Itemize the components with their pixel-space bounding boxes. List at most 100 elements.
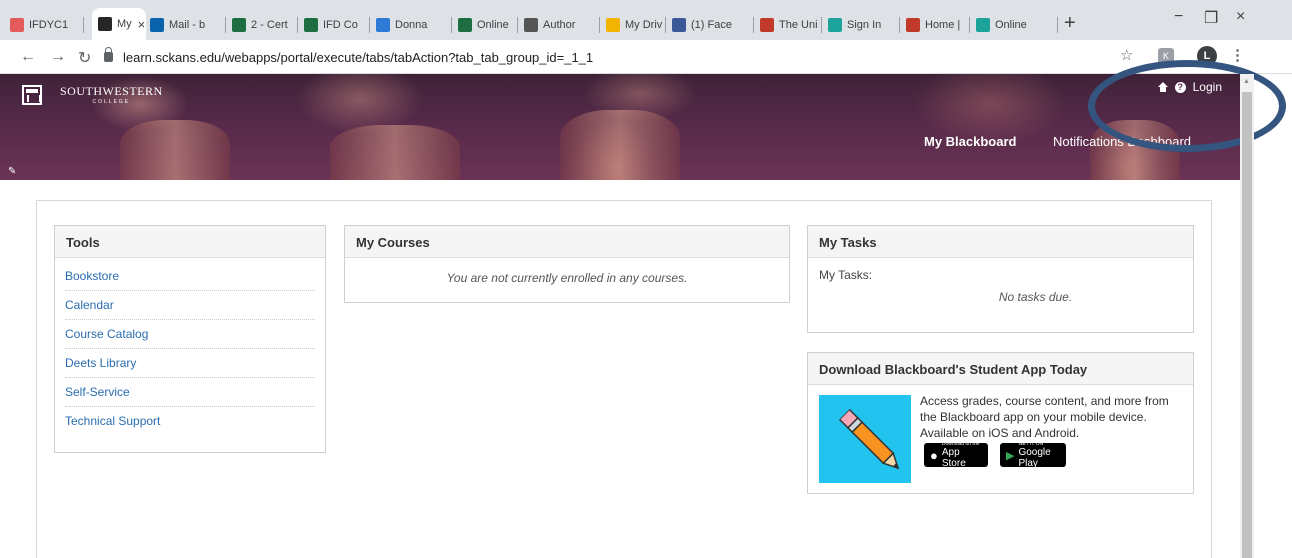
tools-title: Tools bbox=[55, 226, 325, 258]
tab-separator bbox=[517, 17, 518, 33]
browser-tab[interactable]: The Uni bbox=[760, 14, 822, 36]
browser-tab-label: Sign In bbox=[847, 19, 882, 31]
browser-tab[interactable]: (1) Face bbox=[672, 14, 754, 36]
scrollbar-thumb[interactable] bbox=[1242, 92, 1252, 558]
flag-icon bbox=[760, 18, 774, 32]
tab-my-blackboard[interactable]: My Blackboard bbox=[924, 134, 1016, 149]
browser-tab-label: (1) Face bbox=[691, 19, 732, 31]
play-icon: ▶ bbox=[1006, 449, 1015, 462]
browser-tab[interactable]: Online bbox=[976, 14, 1058, 36]
ifd-icon bbox=[10, 18, 24, 32]
tools-link[interactable]: Technical Support bbox=[65, 407, 315, 435]
tools-link[interactable]: Deets Library bbox=[65, 349, 315, 378]
tab-separator bbox=[451, 17, 452, 33]
courses-module: My Courses You are not currently enrolle… bbox=[344, 225, 790, 303]
teams-icon bbox=[976, 18, 990, 32]
college-logo[interactable]: SOUTHWESTERN COLLEGE bbox=[22, 84, 163, 105]
browser-toolbar: ← → ↻ learn.sckans.edu/webapps/portal/ex… bbox=[0, 40, 1292, 74]
browser-tab-label: IFD Co bbox=[323, 19, 358, 31]
drive-icon bbox=[606, 18, 620, 32]
app-promo-title: Download Blackboard's Student App Today bbox=[808, 353, 1193, 385]
facebook-icon bbox=[672, 18, 686, 32]
tab-separator bbox=[821, 17, 822, 33]
tab-separator bbox=[899, 17, 900, 33]
scroll-up-icon[interactable]: ▲ bbox=[1243, 78, 1250, 85]
new-tab-icon[interactable]: + bbox=[1064, 12, 1076, 35]
browser-tabstrip: IFDYC1 My × Mail - b 2 - Cert IFD Co Donna Onli… bbox=[0, 0, 1292, 40]
close-window-icon[interactable]: × bbox=[1236, 8, 1245, 26]
excel-icon bbox=[304, 18, 318, 32]
browser-tab-label: Mail - b bbox=[169, 19, 206, 31]
url-text: learn.sckans.edu/webapps/portal/execute/… bbox=[123, 49, 594, 65]
browser-tab[interactable]: My Driv bbox=[606, 14, 666, 36]
tab-separator bbox=[297, 17, 298, 33]
reload-icon[interactable]: ↻ bbox=[78, 48, 91, 68]
browser-tab[interactable]: IFDYC1 bbox=[10, 14, 84, 36]
back-arrow-icon[interactable]: ← bbox=[20, 48, 36, 66]
browser-tab[interactable]: Donna bbox=[376, 14, 452, 36]
browser-tab[interactable]: Home | bbox=[906, 14, 970, 36]
google-play-label: Google Play bbox=[1018, 447, 1051, 469]
tools-module: Tools Bookstore Calendar Course Catalog Dee… bbox=[54, 225, 326, 453]
google-play-badge[interactable]: ▶ GET IT ON Google Play bbox=[1000, 441, 1066, 469]
pin-icon[interactable]: ✎ bbox=[8, 166, 16, 177]
browser-tab[interactable]: Online bbox=[458, 14, 518, 36]
tools-link[interactable]: Course Catalog bbox=[65, 320, 315, 349]
browser-tab-label: Donna bbox=[395, 19, 428, 31]
tasks-label: My Tasks: bbox=[819, 268, 873, 282]
app-promo-text: Access grades, course content, and more … bbox=[920, 394, 1169, 440]
maximize-icon[interactable]: ❐ bbox=[1204, 8, 1218, 28]
browser-tab-label: My bbox=[117, 18, 132, 30]
pencil-app-icon bbox=[819, 395, 911, 483]
banner-column-decor bbox=[330, 125, 460, 180]
globe-icon bbox=[524, 18, 538, 32]
close-tab-icon[interactable]: × bbox=[138, 17, 146, 32]
portal-container: Tools Bookstore Calendar Course Catalog Dee… bbox=[36, 200, 1212, 558]
signin-icon bbox=[828, 18, 842, 32]
browser-tab-label: The Uni bbox=[779, 19, 818, 31]
banner-column-decor bbox=[560, 110, 680, 180]
outlook-icon bbox=[150, 18, 164, 32]
tools-link[interactable]: Self-Service bbox=[65, 378, 315, 407]
page-scrollbar[interactable]: ▲ bbox=[1240, 74, 1254, 558]
browser-tab-label: 2 - Cert bbox=[251, 19, 288, 31]
browser-tab-label: Home | bbox=[925, 19, 961, 31]
excel-icon bbox=[232, 18, 246, 32]
tab-separator bbox=[83, 17, 84, 33]
tasks-empty-message: No tasks due. bbox=[998, 290, 1073, 304]
browser-tab[interactable]: Mail - b bbox=[150, 14, 226, 36]
browser-tab[interactable]: Author bbox=[524, 14, 600, 36]
browser-tab[interactable]: Sign In bbox=[828, 14, 900, 36]
tools-link[interactable]: Calendar bbox=[65, 291, 315, 320]
tab-separator bbox=[1057, 17, 1058, 33]
tab-separator bbox=[665, 17, 666, 33]
browser-tab[interactable]: My × bbox=[92, 8, 146, 40]
forward-arrow-icon[interactable]: → bbox=[50, 48, 66, 66]
tasks-title: My Tasks bbox=[808, 226, 1193, 258]
apple-icon: ● bbox=[930, 447, 938, 463]
courses-empty-message: You are not currently enrolled in any co… bbox=[446, 271, 688, 285]
browser-tab-label: IFDYC1 bbox=[29, 19, 69, 31]
tools-link[interactable]: Bookstore bbox=[65, 262, 315, 291]
address-bar[interactable]: learn.sckans.edu/webapps/portal/execute/… bbox=[104, 45, 1124, 69]
tab-separator bbox=[369, 17, 370, 33]
logo-sub: COLLEGE bbox=[92, 99, 131, 105]
doc-icon bbox=[458, 18, 472, 32]
pencil-icon bbox=[838, 408, 900, 470]
minimize-icon[interactable]: − bbox=[1174, 8, 1183, 26]
bookmark-star-icon[interactable]: ☆ bbox=[1120, 46, 1133, 64]
browser-tab[interactable]: 2 - Cert bbox=[232, 14, 298, 36]
menu-kebab-icon[interactable]: ⋮ bbox=[1230, 46, 1245, 64]
browser-tab-label: My Driv bbox=[625, 19, 663, 31]
courses-title: My Courses bbox=[345, 226, 789, 258]
browser-tab-label: Online bbox=[477, 19, 509, 31]
tasks-module: My Tasks My Tasks: No tasks due. bbox=[807, 225, 1194, 333]
app-store-badge[interactable]: ● Download on the App Store bbox=[924, 441, 988, 469]
banner-column-decor bbox=[120, 120, 230, 180]
lock-icon bbox=[104, 47, 113, 62]
annotation-circle bbox=[1088, 60, 1286, 152]
app-store-label: App Store bbox=[941, 447, 966, 469]
flag-icon bbox=[906, 18, 920, 32]
browser-tab[interactable]: IFD Co bbox=[304, 14, 370, 36]
logo-name: SOUTHWESTERN bbox=[60, 84, 163, 98]
